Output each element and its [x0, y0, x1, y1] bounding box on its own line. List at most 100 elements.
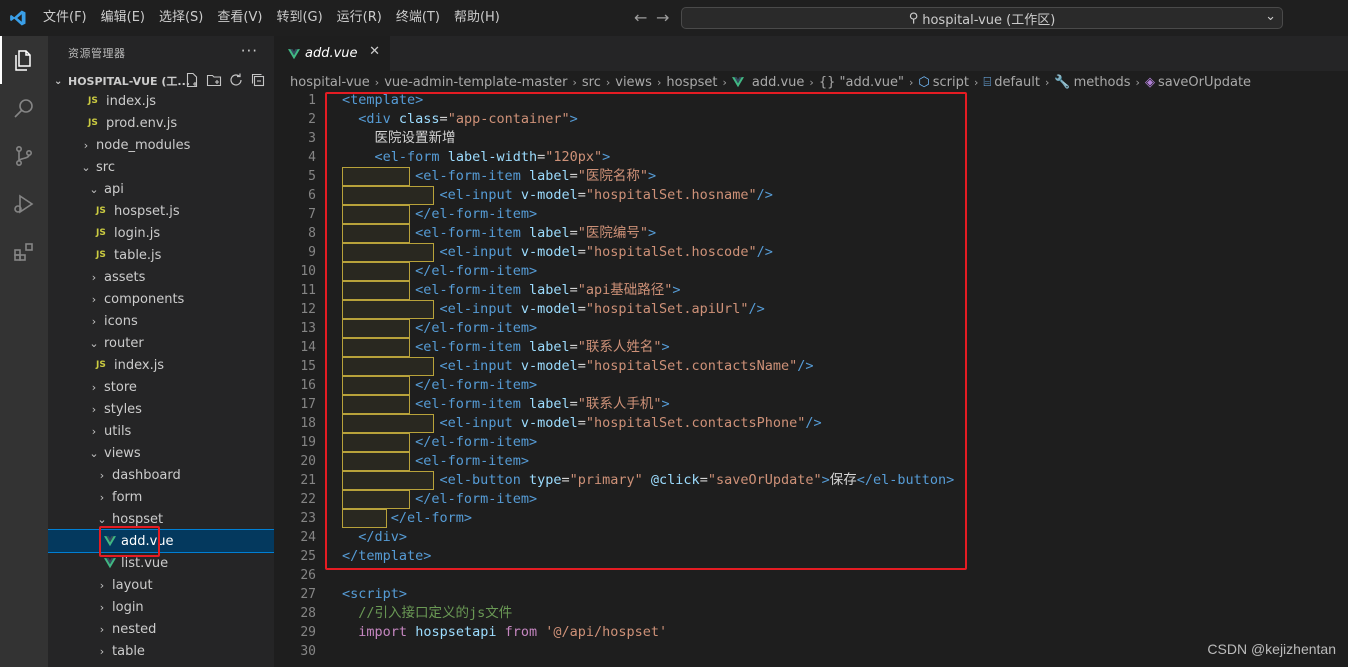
tree-item-index-js[interactable]: JS index.js	[48, 90, 274, 112]
menu-file[interactable]: 文件(F)	[36, 0, 94, 36]
function-icon: ◈	[1144, 74, 1155, 90]
breadcrumb-item[interactable]: add.vue	[731, 75, 804, 90]
new-folder-icon[interactable]	[206, 72, 222, 88]
run-debug-icon[interactable]	[0, 180, 48, 228]
chevron-right-icon: ›	[91, 314, 97, 328]
menu-go[interactable]: 转到(G)	[269, 0, 329, 36]
tree-item-prod-env-js[interactable]: JS prod.env.js	[48, 112, 274, 134]
explorer-icon[interactable]	[0, 36, 48, 84]
tree-item-components[interactable]: › components	[48, 288, 274, 310]
file-highlight-box	[99, 526, 160, 557]
menu-help[interactable]: 帮助(H)	[447, 0, 507, 36]
chevron-down-icon: ⌄	[97, 512, 107, 526]
breadcrumb-separator-icon: ›	[656, 75, 662, 89]
tree-item-login[interactable]: › login	[48, 596, 274, 618]
tree-item-label: utils	[104, 423, 132, 439]
menu-view[interactable]: 查看(V)	[210, 0, 269, 36]
breadcrumb-item[interactable]: src	[582, 75, 601, 90]
code-line[interactable]: 29 import hospsetapi from '@/api/hospset…	[274, 623, 1348, 642]
tree-item-dashboard[interactable]: › dashboard	[48, 464, 274, 486]
source-control-icon[interactable]	[0, 132, 48, 180]
menu-bar: 文件(F) 编辑(E) 选择(S) 查看(V) 转到(G) 运行(R) 终端(T…	[36, 0, 507, 36]
tree-item-node-modules[interactable]: › node_modules	[48, 134, 274, 156]
tree-item-assets[interactable]: › assets	[48, 266, 274, 288]
search-view-icon[interactable]	[0, 84, 48, 132]
line-number: 26	[300, 568, 316, 583]
code-line[interactable]: 28 //引入接口定义的js文件	[274, 604, 1348, 623]
tree-item-add-vue[interactable]: add.vue	[48, 529, 274, 553]
vue-file-icon	[104, 557, 121, 569]
tree-item-login-js[interactable]: JS login.js	[48, 222, 274, 244]
tree-item-label: nested	[112, 621, 157, 637]
tree-item-label: views	[104, 445, 141, 461]
chevron-right-icon: ›	[91, 424, 97, 438]
close-icon[interactable]: ✕	[369, 44, 380, 59]
line-number: 17	[300, 397, 316, 412]
breadcrumb-item[interactable]: {} "add.vue"	[819, 75, 904, 90]
tree-item-label: login	[112, 599, 144, 615]
code-text: <script>	[342, 586, 408, 602]
tree-item-list-vue[interactable]: list.vue	[48, 552, 274, 574]
line-number: 1	[308, 93, 316, 108]
tree-item-icons[interactable]: › icons	[48, 310, 274, 332]
tree-item-table-js[interactable]: JS table.js	[48, 244, 274, 266]
back-arrow-icon[interactable]: ←	[634, 8, 647, 27]
tree-item-table[interactable]: › table	[48, 640, 274, 662]
tree-item-label: prod.env.js	[106, 115, 178, 131]
vue-file-icon	[288, 48, 300, 59]
tree-item-label: styles	[104, 401, 142, 417]
chevron-right-icon: ›	[99, 468, 105, 482]
tree-item-hospset-js[interactable]: JS hospset.js	[48, 200, 274, 222]
workspace-section[interactable]: ⌄ HOSPITAL-VUE (工...	[48, 70, 274, 92]
breadcrumb-item[interactable]: ⌸ default	[983, 75, 1040, 90]
refresh-icon[interactable]	[228, 72, 244, 88]
line-number: 7	[308, 207, 316, 222]
more-actions-icon[interactable]: ···	[241, 42, 258, 60]
code-line[interactable]: 27 <script>	[274, 585, 1348, 604]
menu-edit[interactable]: 编辑(E)	[94, 0, 152, 36]
breadcrumb-separator-icon: ›	[374, 75, 380, 89]
tree-item-store[interactable]: › store	[48, 376, 274, 398]
breadcrumb-item[interactable]: ⬡ script	[918, 75, 969, 90]
tree-item-views[interactable]: ⌄ views	[48, 442, 274, 464]
chevron-down-icon[interactable]: ⌄	[1265, 9, 1276, 24]
menu-terminal[interactable]: 终端(T)	[389, 0, 447, 36]
line-number: 28	[300, 606, 316, 621]
breadcrumb-item[interactable]: views	[615, 75, 652, 90]
tree-item-styles[interactable]: › styles	[48, 398, 274, 420]
tree-item-label: hospset	[112, 511, 164, 527]
extensions-icon[interactable]	[0, 228, 48, 276]
tree-item-label: components	[104, 291, 185, 307]
tree-item-api[interactable]: ⌄ api	[48, 178, 274, 200]
js-file-icon: JS	[88, 96, 98, 106]
tree-item-src[interactable]: ⌄ src	[48, 156, 274, 178]
tree-item-form[interactable]: › form	[48, 486, 274, 508]
tree-item-nested[interactable]: › nested	[48, 618, 274, 640]
menu-run[interactable]: 运行(R)	[330, 0, 389, 36]
menu-selection[interactable]: 选择(S)	[152, 0, 210, 36]
code-line[interactable]: 30	[274, 642, 1348, 661]
command-center-search[interactable]: ⚲ hospital-vue (工作区) ⌄	[681, 7, 1283, 29]
breadcrumb-item[interactable]: hospset	[666, 75, 717, 90]
tree-item-router[interactable]: ⌄ router	[48, 332, 274, 354]
file-tree: JS index.js JS prod.env.js › node_modules ⌄ src…	[48, 90, 274, 662]
tree-item-layout[interactable]: › layout	[48, 574, 274, 596]
tree-item-index-js[interactable]: JS index.js	[48, 354, 274, 376]
breadcrumb-item[interactable]: vue-admin-template-master	[384, 75, 567, 90]
tree-item-label: node_modules	[96, 137, 191, 153]
line-number: 14	[300, 340, 316, 355]
breadcrumb-separator-icon: ›	[974, 75, 979, 89]
tree-item-utils[interactable]: › utils	[48, 420, 274, 442]
chevron-right-icon: ›	[99, 490, 105, 504]
collapse-all-icon[interactable]	[250, 72, 266, 88]
tree-item-hospset[interactable]: ⌄ hospset	[48, 508, 274, 530]
forward-arrow-icon[interactable]: →	[656, 8, 669, 27]
breadcrumb-separator-icon: ›	[1135, 75, 1140, 89]
breadcrumb-item[interactable]: 🔧 methods	[1054, 75, 1130, 90]
tab-add-vue[interactable]: add.vue ✕	[274, 36, 390, 71]
module-icon: ⌸	[983, 74, 992, 90]
new-file-icon[interactable]	[184, 72, 200, 88]
breadcrumb-item[interactable]: hospital-vue	[290, 75, 370, 90]
breadcrumb-item[interactable]: ◈ saveOrUpdate	[1145, 75, 1251, 90]
breadcrumb-separator-icon: ›	[605, 75, 611, 89]
